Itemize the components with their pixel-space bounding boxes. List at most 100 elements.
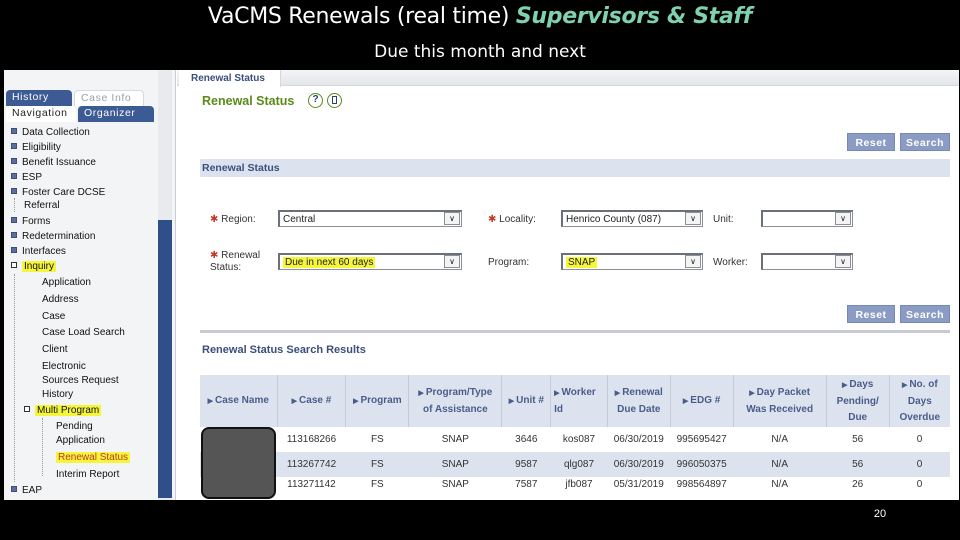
expand-icon	[11, 217, 17, 223]
nav-sub-client[interactable]: Client	[42, 343, 68, 357]
slide-title-accent: Supervisors & Staff	[515, 4, 753, 29]
renewal-status-select[interactable]: Due in next 60 days ∨	[278, 253, 462, 270]
nav-sub-case[interactable]: Case	[42, 310, 65, 324]
chevron-down-icon[interactable]: ∨	[685, 255, 701, 268]
nav-sub-address[interactable]: Address	[42, 293, 79, 307]
nav-item-interfaces[interactable]: Interfaces	[11, 245, 66, 259]
cell-overdue: 0	[916, 434, 923, 445]
nav-sub-electronic[interactable]: Electronic	[42, 360, 86, 374]
nav-item-forms[interactable]: Forms	[11, 215, 50, 229]
cell-unit: 9587	[501, 452, 551, 477]
col-unit-number[interactable]: ▶ Unit #	[501, 375, 552, 427]
nav-item-inquiry[interactable]: Inquiry	[11, 260, 57, 274]
worker-label: Worker:	[713, 257, 748, 268]
cell-worker: jfb087	[565, 478, 593, 490]
cell-case-number[interactable]: 113271142	[277, 477, 346, 491]
results-table: ▶ Case Name ▶ Case # ▶ Program ▶ Program/Typ…	[200, 375, 950, 491]
cell-case-number[interactable]: 113168266	[277, 427, 346, 452]
nav-sub-pending-application[interactable]: Application	[56, 434, 105, 448]
nav-sub-renewal-status[interactable]: Renewal Status	[56, 451, 131, 465]
tab-renewal-status[interactable]: Renewal Status	[179, 70, 281, 87]
document-icon[interactable]	[327, 93, 342, 108]
col-renewal-due-date[interactable]: ▶ Renewal Due Date	[607, 375, 671, 427]
cell-due-date: 06/30/2019	[607, 452, 671, 477]
nav-sub-application[interactable]: Application	[42, 276, 91, 290]
reset-button-top[interactable]: Reset	[847, 133, 895, 151]
nav-item-redetermination[interactable]: Redetermination	[11, 230, 95, 244]
program-select[interactable]: SNAP ∨	[561, 253, 703, 270]
chevron-down-icon[interactable]: ∨	[444, 212, 460, 225]
required-icon: ✱	[210, 250, 219, 261]
tab-navigation[interactable]: Navigation	[6, 106, 76, 122]
nav-item-benefit-issuance[interactable]: Benefit Issuance	[11, 156, 96, 170]
expand-icon	[11, 247, 17, 253]
expand-icon	[11, 188, 17, 194]
nav-sub-case-load-search[interactable]: Case Load Search	[42, 326, 125, 340]
cell-days-pending: 56	[826, 452, 890, 477]
unit-select[interactable]: ∨	[761, 210, 853, 227]
cell-packet: N/A	[771, 478, 788, 490]
col-worker-id[interactable]: ▶ Worker Id	[550, 375, 608, 427]
sort-icon: ▶	[554, 389, 560, 397]
col-program[interactable]: ▶ Program	[345, 375, 410, 427]
col-days-pending-due[interactable]: ▶ Days Pending/Due	[826, 375, 890, 427]
cell-worker: qlg087	[550, 452, 608, 477]
nav-sub-sources-request[interactable]: Sources Request	[42, 374, 119, 388]
worker-select[interactable]: ∨	[761, 253, 853, 270]
redaction-box	[201, 427, 276, 499]
nav-item-eligibility[interactable]: Eligibility	[11, 141, 61, 155]
sort-icon: ▶	[614, 389, 621, 397]
cell-program: FS	[370, 434, 384, 445]
program-label: Program:	[488, 257, 530, 268]
expand-icon	[11, 486, 17, 492]
col-program-type[interactable]: ▶ Program/Type of Assistance	[408, 375, 503, 427]
main-content: Renewal Status Renewal Status ? Reset Se…	[177, 70, 959, 500]
expand-icon	[11, 158, 17, 164]
table-row[interactable]: 113168266 FS SNAP 3646 kos087 06/30/2019…	[200, 427, 950, 452]
region-select[interactable]: Central ∨	[278, 210, 462, 227]
cell-overdue: 0	[889, 452, 950, 477]
nav-sub-pending[interactable]: Pending	[56, 420, 93, 434]
cell-case-number[interactable]: 113267742	[277, 452, 346, 477]
chevron-down-icon[interactable]: ∨	[835, 255, 851, 268]
chevron-down-icon[interactable]: ∨	[685, 212, 701, 225]
col-day-packet-received[interactable]: ▶ Day Packet Was Received	[733, 375, 827, 427]
nav-item-esp[interactable]: ESP	[11, 171, 42, 185]
help-icon[interactable]: ?	[308, 93, 323, 108]
search-button-top[interactable]: Search	[900, 133, 950, 151]
cell-unit: 7587	[515, 478, 538, 490]
cell-edg: 996050375	[670, 452, 734, 477]
nav-item-foster-care-referral[interactable]: Referral	[24, 199, 60, 213]
sort-icon: ▶	[353, 397, 359, 405]
nav-item-foster-care-dcse[interactable]: Foster Care DCSE	[11, 186, 105, 200]
col-case-name[interactable]: ▶ Case Name	[200, 375, 278, 427]
table-row[interactable]: 113267742 FS SNAP 9587 qlg087 06/30/2019…	[200, 452, 950, 477]
reset-button-bottom[interactable]: Reset	[847, 305, 895, 323]
nav-sub-interim-report[interactable]: Interim Report	[56, 468, 119, 482]
tab-organizer[interactable]: Organizer	[78, 106, 154, 122]
nav-sub-history[interactable]: History	[42, 388, 73, 402]
cell-days-pending: 56	[852, 434, 864, 445]
nav-item-multi-program[interactable]: Multi Program	[24, 404, 102, 418]
results-title: Renewal Status Search Results	[202, 344, 366, 356]
nav-item-data-collection[interactable]: Data Collection	[11, 126, 90, 140]
vacms-screenshot: History Case Info Navigation Organizer D…	[4, 70, 959, 500]
sidebar-scrollbar-thumb[interactable]	[158, 220, 172, 498]
table-row[interactable]: 113271142 FS SNAP 7587 jfb087 05/31/2019…	[200, 477, 950, 491]
col-edg-number[interactable]: ▶ EDG #	[670, 375, 734, 427]
cell-edg: 998564897	[676, 478, 727, 490]
renewal-status-label: ✱ Renewal Status:	[210, 250, 261, 273]
col-case-number[interactable]: ▶ Case #	[277, 375, 347, 427]
cell-packet: N/A	[771, 434, 788, 445]
expand-icon	[11, 143, 17, 149]
col-days-overdue[interactable]: ▶ No. of Days Overdue	[889, 375, 950, 427]
nav-item-eap[interactable]: EAP	[11, 484, 42, 498]
locality-label: ✱ Locality:	[488, 214, 536, 225]
tab-history[interactable]: History	[6, 90, 72, 106]
locality-select[interactable]: Henrico County (087) ∨	[561, 210, 703, 227]
chevron-down-icon[interactable]: ∨	[444, 255, 460, 268]
search-button-bottom[interactable]: Search	[900, 305, 950, 323]
tab-case-info[interactable]: Case Info	[74, 90, 144, 106]
sort-icon: ▶	[207, 397, 213, 405]
chevron-down-icon[interactable]: ∨	[835, 212, 851, 225]
